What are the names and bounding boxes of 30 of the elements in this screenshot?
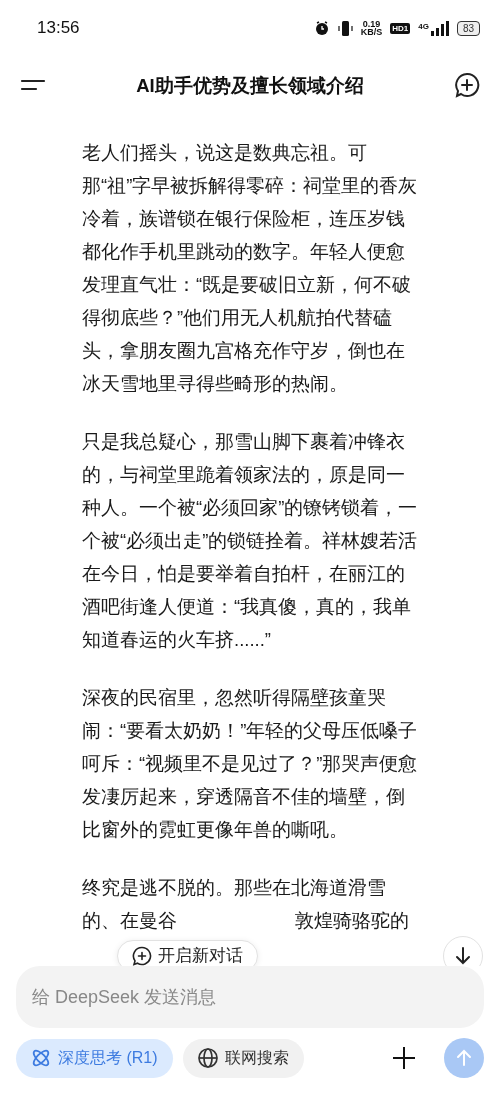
chat-plus-icon	[132, 946, 152, 966]
vibrate-icon	[337, 19, 353, 37]
atom-icon	[30, 1047, 52, 1069]
hd-badge: HD1	[390, 22, 411, 34]
chat-title: AI助手优势及擅长领域介绍	[135, 73, 365, 98]
answer-paragraph: 老人们摇头，说这是数典忘祖。可那“祖”字早被拆解得零碎：祠堂里的香灰冷着，族谱锁在银行保险柜，连压岁钱都化作手机里跳动的数字。年轻人便愈发理直气壮：“既是要破旧立新，何不破得彻底些？”他们用无人机航拍代替磕头，拿朋友圈九宫格充作守岁，倒也在冰天雪地里寻得些畸形的热闹。	[82, 141, 418, 396]
answer-line: 终究是逃不脱的。那些在北海道滑雪	[82, 876, 387, 900]
new-chat-pill[interactable]: 开启新对话	[117, 940, 258, 966]
mode-toggle[interactable]: 深度思考 (R1)	[16, 1038, 173, 1078]
mode-toggle[interactable]: 联网搜索	[182, 1038, 304, 1078]
scroll-down-button[interactable]	[443, 936, 483, 966]
chat-plus-icon	[454, 72, 480, 98]
plus-icon	[392, 1046, 416, 1070]
answer-line: 的、在曼谷	[82, 909, 177, 933]
globe-icon	[196, 1047, 219, 1069]
attach-button[interactable]	[392, 1046, 416, 1070]
answer-line: 敦煌骑骆驼的	[295, 909, 409, 933]
network-type: 4G	[418, 21, 429, 31]
answer-paragraph: 只是我总疑心，那雪山脚下裹着冲锋衣的，与祠堂里跪着领家法的，原是同一种人。一个被“必须回家”的镣铐锁着，一个被“必须出走”的锁链拴着。祥林嫂若活在今日，怕是要举着自拍杆，在丽江的酒吧街逢人便道：“我真傻，真的，我单知道春运的火车挤......”	[82, 430, 418, 652]
signal-icon	[430, 20, 449, 36]
answer-paragraph: 深夜的民宿里，忽然听得隔壁孩童哭闹：“要看太奶奶！”年轻的父母压低嗓子呵斥：“视频里不是见过了？”那哭声便愈发凄厉起来，穿透隔音不佳的墙壁，倒比窗外的霓虹更像年兽的嘶吼。	[82, 686, 418, 842]
up-arrow-icon	[455, 1049, 473, 1067]
speed-unit: KB/S	[360, 28, 383, 36]
new-chat-button[interactable]	[454, 72, 480, 98]
status-time: 13:56	[37, 18, 81, 38]
battery-level: 83	[456, 20, 480, 36]
alarm-icon	[313, 20, 330, 36]
message-input[interactable]: 给 DeepSeek 发送消息	[16, 966, 484, 1028]
down-arrow-icon	[453, 946, 473, 966]
network-speed: 0.19	[362, 20, 381, 28]
